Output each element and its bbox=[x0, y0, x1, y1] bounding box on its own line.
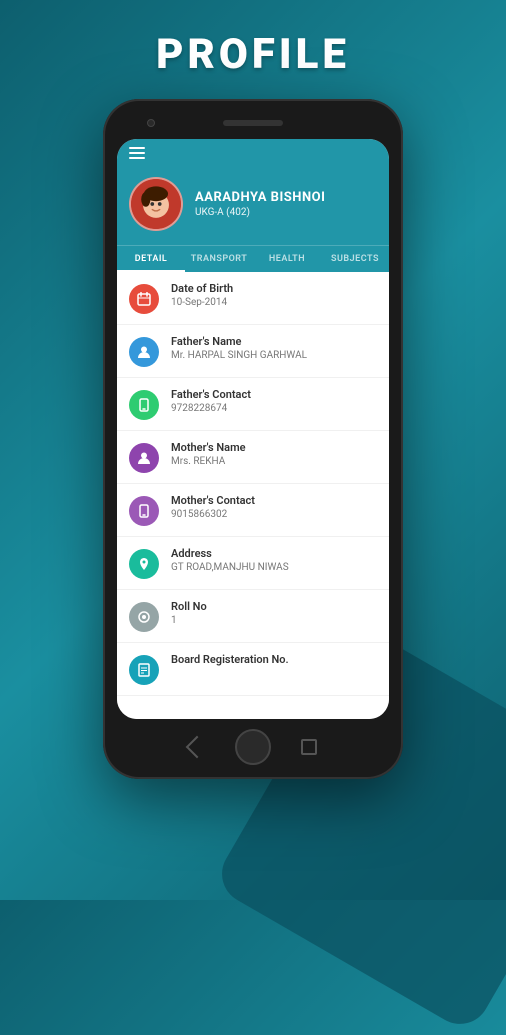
board-reg-label: Board Registeration No. bbox=[171, 653, 377, 666]
app-header bbox=[117, 139, 389, 167]
mother-name-label: Mother's Name bbox=[171, 441, 377, 454]
list-item: Board Registeration No. bbox=[117, 643, 389, 696]
dob-content: Date of Birth 10-Sep-2014 bbox=[171, 282, 377, 308]
phone-frame: AARADHYA BISHNOI UKG-A (402) DETAIL TRAN… bbox=[103, 99, 403, 779]
board-reg-content: Board Registeration No. bbox=[171, 653, 377, 668]
profile-section: AARADHYA BISHNOI UKG-A (402) bbox=[117, 167, 389, 245]
hamburger-button[interactable] bbox=[129, 147, 145, 159]
tab-health[interactable]: HEALTH bbox=[253, 246, 321, 272]
roll-label: Roll No bbox=[171, 600, 377, 613]
list-item: Father's Name Mr. HARPAL SINGH GARHWAL bbox=[117, 325, 389, 378]
home-button[interactable] bbox=[235, 729, 271, 765]
list-item: Date of Birth 10-Sep-2014 bbox=[117, 272, 389, 325]
content-list: Date of Birth 10-Sep-2014 Father's Name … bbox=[117, 272, 389, 719]
avatar bbox=[129, 177, 183, 231]
profile-name: AARADHYA BISHNOI bbox=[195, 190, 325, 205]
mother-name-value: Mrs. REKHA bbox=[171, 456, 377, 467]
address-label: Address bbox=[171, 547, 377, 560]
address-value: GT ROAD,MANJHU NIWAS bbox=[171, 562, 377, 573]
mother-name-icon bbox=[129, 443, 159, 473]
father-contact-label: Father's Contact bbox=[171, 388, 377, 401]
tabs-bar: DETAIL TRANSPORT HEALTH SUBJECTS bbox=[117, 245, 389, 272]
list-item: Mother's Contact 9015866302 bbox=[117, 484, 389, 537]
father-name-label: Father's Name bbox=[171, 335, 377, 348]
mother-name-content: Mother's Name Mrs. REKHA bbox=[171, 441, 377, 467]
board-reg-icon bbox=[129, 655, 159, 685]
roll-value: 1 bbox=[171, 615, 377, 626]
phone-speaker bbox=[223, 120, 283, 126]
mother-contact-label: Mother's Contact bbox=[171, 494, 377, 507]
father-name-value: Mr. HARPAL SINGH GARHWAL bbox=[171, 350, 377, 361]
father-name-content: Father's Name Mr. HARPAL SINGH GARHWAL bbox=[171, 335, 377, 361]
roll-icon bbox=[129, 602, 159, 632]
father-contact-content: Father's Contact 9728228674 bbox=[171, 388, 377, 414]
address-icon bbox=[129, 549, 159, 579]
tab-transport[interactable]: TRANSPORT bbox=[185, 246, 253, 272]
back-button[interactable] bbox=[186, 736, 209, 759]
profile-class: UKG-A (402) bbox=[195, 207, 325, 218]
dob-icon bbox=[129, 284, 159, 314]
father-name-icon bbox=[129, 337, 159, 367]
address-content: Address GT ROAD,MANJHU NIWAS bbox=[171, 547, 377, 573]
list-item: Address GT ROAD,MANJHU NIWAS bbox=[117, 537, 389, 590]
mother-contact-icon bbox=[129, 496, 159, 526]
dob-value: 10-Sep-2014 bbox=[171, 297, 377, 308]
phone-camera bbox=[147, 119, 155, 127]
dob-label: Date of Birth bbox=[171, 282, 377, 295]
recent-button[interactable] bbox=[301, 739, 317, 755]
list-item: Roll No 1 bbox=[117, 590, 389, 643]
list-item: Father's Contact 9728228674 bbox=[117, 378, 389, 431]
tab-detail[interactable]: DETAIL bbox=[117, 246, 185, 272]
roll-content: Roll No 1 bbox=[171, 600, 377, 626]
mother-contact-content: Mother's Contact 9015866302 bbox=[171, 494, 377, 520]
father-contact-value: 9728228674 bbox=[171, 403, 377, 414]
tab-subjects[interactable]: SUBJECTS bbox=[321, 246, 389, 272]
mother-contact-value: 9015866302 bbox=[171, 509, 377, 520]
page-title: PROFILE bbox=[156, 30, 350, 79]
phone-screen: AARADHYA BISHNOI UKG-A (402) DETAIL TRAN… bbox=[117, 139, 389, 719]
father-contact-icon bbox=[129, 390, 159, 420]
profile-info: AARADHYA BISHNOI UKG-A (402) bbox=[195, 190, 325, 218]
list-item: Mother's Name Mrs. REKHA bbox=[117, 431, 389, 484]
